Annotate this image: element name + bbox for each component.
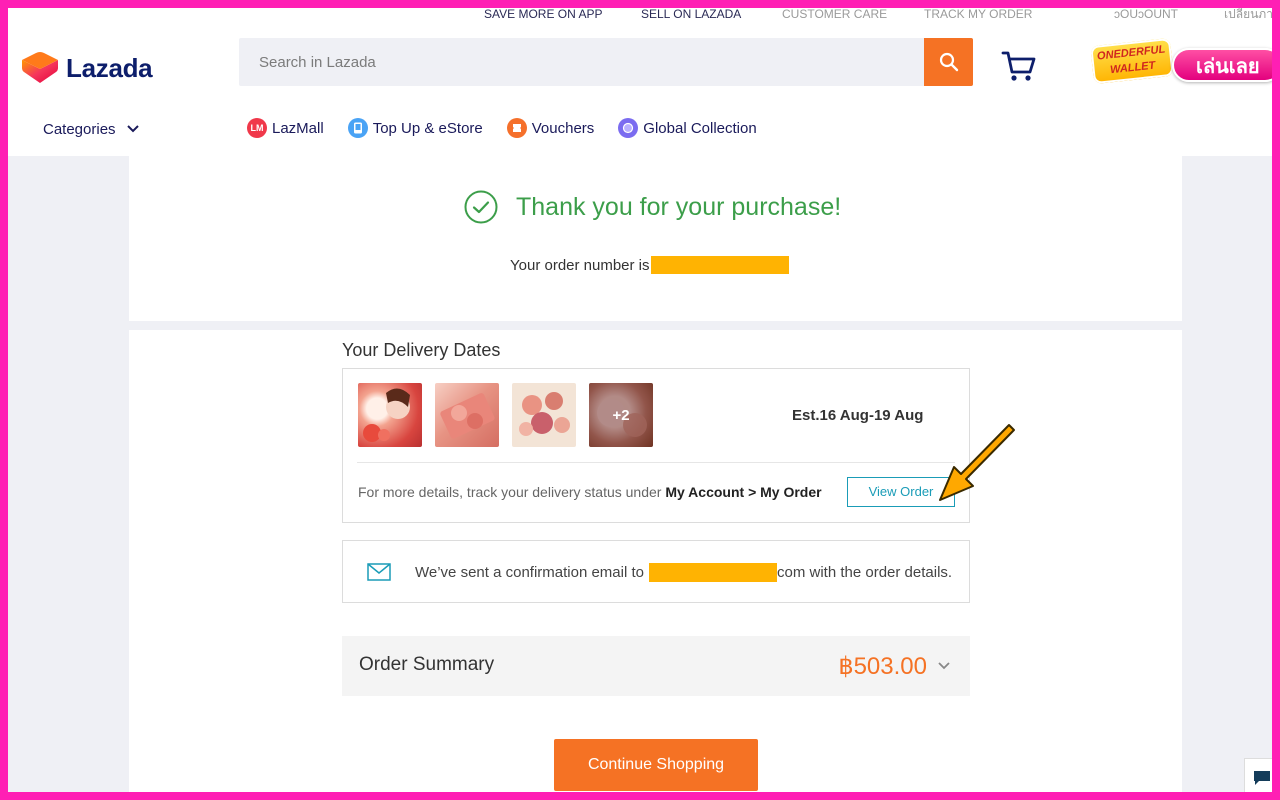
email-confirmation-text: We’ve sent a confirmation email to com w… bbox=[415, 563, 952, 582]
product-thumbnail[interactable] bbox=[358, 383, 422, 447]
order-summary[interactable]: Order Summary ฿503.00 bbox=[342, 636, 970, 696]
categories-dropdown[interactable]: Categories bbox=[43, 120, 140, 138]
nav-item-global-collection[interactable]: Global Collection bbox=[618, 118, 757, 138]
thank-you-heading: Thank you for your purchase! bbox=[464, 190, 841, 224]
search-button[interactable] bbox=[924, 38, 973, 86]
promo-wallet-logo: ONEDERFUL WALLET bbox=[1090, 37, 1174, 85]
customer-care-link[interactable]: CUSTOMER CARE bbox=[782, 8, 887, 20]
annotation-arrow-icon bbox=[939, 424, 1015, 501]
product-thumbnail[interactable] bbox=[435, 383, 499, 447]
product-thumbnail[interactable] bbox=[512, 383, 576, 447]
order-total: ฿503.00 bbox=[838, 653, 927, 680]
chevron-down-icon bbox=[126, 125, 139, 133]
nav-item-lazmall[interactable]: LM LazMall bbox=[247, 118, 324, 138]
chat-icon bbox=[1254, 771, 1270, 785]
search-icon bbox=[939, 52, 958, 72]
quick-nav: LM LazMall Top Up & eStore Vouchers Glob… bbox=[247, 116, 781, 140]
nav-item-label: LazMall bbox=[272, 119, 324, 137]
top-utility-bar: SAVE MORE ON APP SELL ON LAZADA CUSTOMER… bbox=[8, 8, 1272, 28]
order-summary-label: Order Summary bbox=[359, 654, 495, 675]
language-link[interactable]: เปลี่ยนภา bbox=[1224, 8, 1272, 20]
more-items-count: +2 bbox=[589, 383, 653, 447]
search-bar bbox=[239, 38, 973, 86]
thank-you-text: Thank you for your purchase! bbox=[516, 192, 842, 221]
chevron-down-icon[interactable] bbox=[937, 659, 951, 673]
categories-label: Categories bbox=[43, 120, 116, 138]
chat-button[interactable] bbox=[1244, 758, 1272, 792]
lazmall-icon: LM bbox=[247, 118, 267, 138]
cart-icon[interactable] bbox=[1001, 50, 1037, 82]
voucher-icon bbox=[506, 118, 527, 138]
order-number-label: Your order number is bbox=[510, 256, 650, 274]
email-confirmation-box: We’ve sent a confirmation email to com w… bbox=[342, 540, 970, 603]
promo-banner[interactable]: ONEDERFUL WALLET เล่นเลย bbox=[1090, 37, 1272, 88]
product-thumbnail-more[interactable]: +2 bbox=[589, 383, 653, 447]
save-more-on-app-link[interactable]: SAVE MORE ON APP bbox=[484, 8, 602, 20]
email-text-prefix: We’ve sent a confirmation email to bbox=[415, 564, 644, 581]
nav-item-vouchers[interactable]: Vouchers bbox=[506, 118, 595, 138]
search-input[interactable] bbox=[239, 38, 924, 86]
nav-item-topup[interactable]: Top Up & eStore bbox=[347, 118, 483, 138]
delivery-dates-title: Your Delivery Dates bbox=[342, 340, 501, 360]
delivery-card: Your Delivery Dates +2 Est.16 Aug-19 Aug… bbox=[129, 330, 1182, 792]
track-delivery-prefix: For more details, track your delivery st… bbox=[358, 484, 662, 500]
main-header: Lazada ONEDERFUL WALLET เล่นเลย Categori… bbox=[8, 28, 1272, 156]
email-redaction bbox=[649, 563, 777, 582]
nav-item-label: Global Collection bbox=[643, 119, 757, 137]
continue-shopping-button[interactable]: Continue Shopping bbox=[554, 739, 758, 791]
nav-item-label: Vouchers bbox=[531, 119, 595, 137]
lazada-logo[interactable]: Lazada bbox=[22, 52, 153, 84]
check-circle-icon bbox=[464, 190, 498, 224]
track-my-order-link[interactable]: TRACK MY ORDER bbox=[924, 8, 1032, 20]
logo-text: Lazada bbox=[66, 52, 153, 83]
lazada-heart-icon bbox=[22, 52, 58, 83]
order-number: Your order number is bbox=[510, 256, 789, 274]
track-delivery-text: For more details, track your delivery st… bbox=[358, 484, 822, 500]
page: SAVE MORE ON APP SELL ON LAZADA CUSTOMER… bbox=[8, 8, 1272, 792]
package-box: +2 Est.16 Aug-19 Aug For more details, t… bbox=[342, 368, 970, 523]
global-icon bbox=[618, 118, 639, 138]
account-link[interactable]: ɔOUɔOUNT bbox=[1114, 8, 1178, 20]
confirmation-card: Thank you for your purchase! Your order … bbox=[129, 150, 1182, 321]
divider bbox=[357, 462, 955, 463]
promo-play-button[interactable]: เล่นเลย bbox=[1172, 48, 1272, 82]
estimated-delivery: Est.16 Aug-19 Aug bbox=[792, 407, 924, 424]
topup-icon bbox=[347, 118, 368, 138]
nav-item-label: Top Up & eStore bbox=[372, 119, 483, 137]
track-delivery-path: My Account > My Order bbox=[665, 484, 822, 500]
sell-on-lazada-link[interactable]: SELL ON LAZADA bbox=[641, 8, 741, 20]
mail-icon bbox=[367, 563, 391, 581]
order-number-redaction bbox=[650, 256, 789, 274]
email-text-suffix: com with the order details. bbox=[777, 564, 953, 581]
